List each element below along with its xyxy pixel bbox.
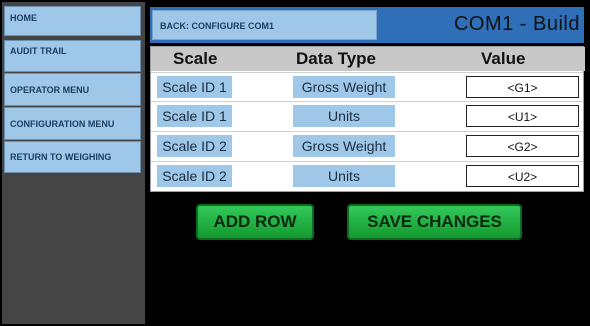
save-changes-button[interactable]: SAVE CHANGES: [347, 204, 522, 240]
page-title: COM1 - Build: [453, 13, 580, 35]
sidebar: HOME AUDIT TRAIL OPERATOR MENU CONFIGURA…: [2, 2, 145, 324]
scale-select[interactable]: Scale ID 2: [157, 165, 232, 187]
scale-select[interactable]: Scale ID 1: [157, 105, 232, 127]
column-header-data-type: Data Type: [296, 49, 376, 68]
table-row: Scale ID 1 Units <U1>: [151, 101, 583, 131]
add-row-button[interactable]: ADD ROW: [196, 204, 314, 240]
scale-select[interactable]: Scale ID 1: [157, 76, 232, 98]
value-field[interactable]: <G1>: [466, 76, 579, 98]
app-window: HOME AUDIT TRAIL OPERATOR MENU CONFIGURA…: [0, 0, 590, 326]
data-type-select[interactable]: Units: [293, 105, 395, 127]
main-panel: BACK: CONFIGURE COM1 COM1 - Build Scale …: [148, 4, 586, 324]
data-table: Scale Data Type Value Scale ID 1 Gross W…: [150, 46, 585, 192]
sidebar-item-return-to-weighing[interactable]: RETURN TO WEIGHING: [4, 141, 141, 173]
value-field[interactable]: <G2>: [466, 135, 579, 157]
data-type-select[interactable]: Units: [293, 165, 395, 187]
header-bar: BACK: CONFIGURE COM1 COM1 - Build: [150, 7, 584, 43]
table-header: Scale Data Type Value: [151, 47, 585, 71]
table-row: Scale ID 2 Gross Weight <G2>: [151, 131, 583, 161]
scale-select[interactable]: Scale ID 2: [157, 135, 232, 157]
value-field[interactable]: <U1>: [466, 105, 579, 127]
sidebar-item-configuration-menu[interactable]: CONFIGURATION MENU: [4, 107, 141, 140]
data-type-select[interactable]: Gross Weight: [293, 135, 395, 157]
value-field[interactable]: <U2>: [466, 165, 579, 187]
table-row: Scale ID 2 Units <U2>: [151, 161, 583, 191]
table-row: Scale ID 1 Gross Weight <G1>: [151, 72, 583, 102]
sidebar-item-operator-menu[interactable]: OPERATOR MENU: [4, 73, 141, 106]
column-header-scale: Scale: [173, 49, 218, 68]
sidebar-item-audit-trail[interactable]: AUDIT TRAIL: [4, 40, 141, 72]
column-header-value: Value: [481, 49, 526, 68]
sidebar-item-home[interactable]: HOME: [4, 6, 141, 36]
back-button[interactable]: BACK: CONFIGURE COM1: [152, 10, 377, 40]
data-type-select[interactable]: Gross Weight: [293, 76, 395, 98]
